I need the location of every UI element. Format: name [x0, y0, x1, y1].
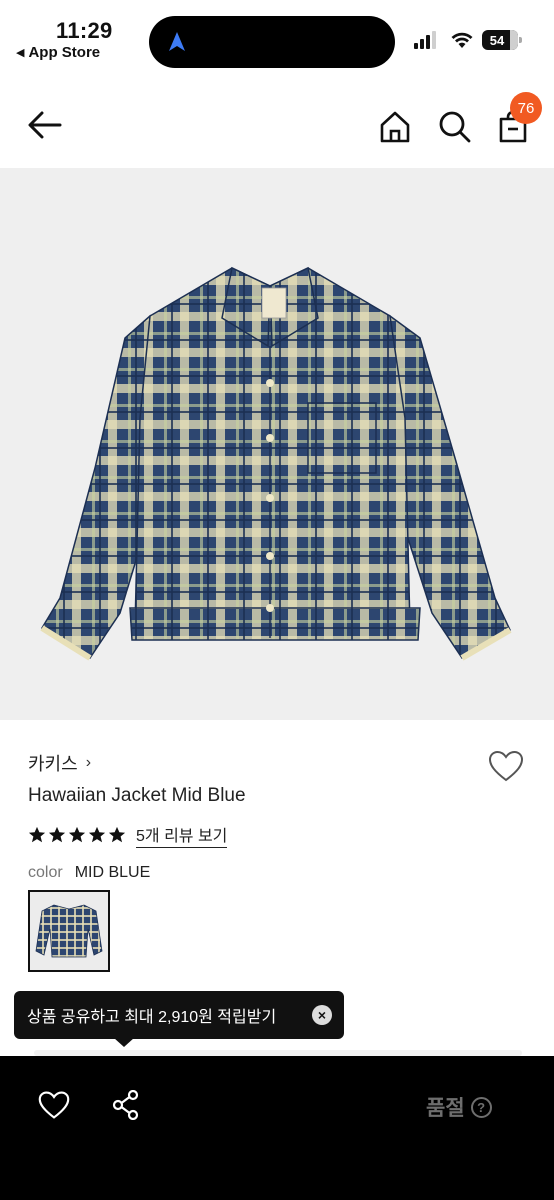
heart-icon[interactable]: [38, 1090, 70, 1120]
product-name: Hawaiian Jacket Mid Blue: [28, 785, 246, 806]
rating-row: 5개 리뷰 보기: [28, 822, 228, 848]
back-arrow-icon[interactable]: [26, 108, 64, 142]
back-triangle-icon: ◀: [16, 47, 25, 59]
brand-name: 카키스: [28, 754, 78, 774]
bottom-action-bar: 품절 ?: [0, 1056, 554, 1200]
tooltip-text: 상품 공유하고 최대 2,910원 적립받기: [27, 1009, 277, 1026]
status-bar: 11:29 ◀ App Store 54: [0, 0, 554, 80]
plaid-jacket-image: [40, 266, 512, 661]
star-icon: [88, 826, 106, 843]
back-to-app-store[interactable]: ◀ App Store: [16, 44, 100, 61]
home-icon[interactable]: [378, 110, 412, 144]
share-icon[interactable]: [112, 1090, 140, 1120]
dynamic-island: [149, 16, 395, 68]
close-icon[interactable]: ×: [312, 1005, 332, 1025]
brand-link[interactable]: 카키스 ›: [28, 750, 91, 776]
tooltip-caret: [114, 1038, 134, 1047]
product-image[interactable]: [0, 168, 554, 720]
color-row: color MID BLUE: [28, 864, 150, 882]
share-reward-tooltip: 상품 공유하고 최대 2,910원 적립받기 ×: [14, 991, 344, 1039]
back-app-label: App Store: [28, 44, 101, 61]
top-nav: 76: [0, 82, 554, 168]
jacket-thumbnail: [35, 904, 103, 958]
chevron-right-icon: ›: [85, 754, 92, 771]
color-value: MID BLUE: [74, 864, 151, 881]
search-icon[interactable]: [438, 110, 472, 144]
battery-level: 54: [489, 32, 505, 48]
cart-count-badge: 76: [510, 92, 542, 124]
soldout-status: 품절 ?: [426, 1092, 492, 1122]
color-swatch-mid-blue[interactable]: [28, 890, 110, 972]
review-link[interactable]: 5개 리뷰 보기: [136, 822, 228, 848]
battery-icon: 54: [482, 30, 522, 50]
star-icon: [28, 826, 46, 843]
cellular-signal-icon: [414, 31, 436, 49]
star-icon: [108, 826, 126, 843]
location-arrow-icon: [169, 32, 185, 51]
status-time: 11:29: [56, 18, 113, 43]
star-icon: [68, 826, 86, 843]
color-label: color: [28, 864, 63, 881]
star-rating: [28, 826, 126, 844]
help-icon[interactable]: ?: [470, 1096, 492, 1118]
soldout-label: 품절: [426, 1097, 465, 1120]
wifi-icon: [451, 32, 473, 48]
star-icon: [48, 826, 66, 843]
status-icons: 54: [414, 30, 522, 50]
wishlist-heart-icon[interactable]: [488, 750, 524, 782]
